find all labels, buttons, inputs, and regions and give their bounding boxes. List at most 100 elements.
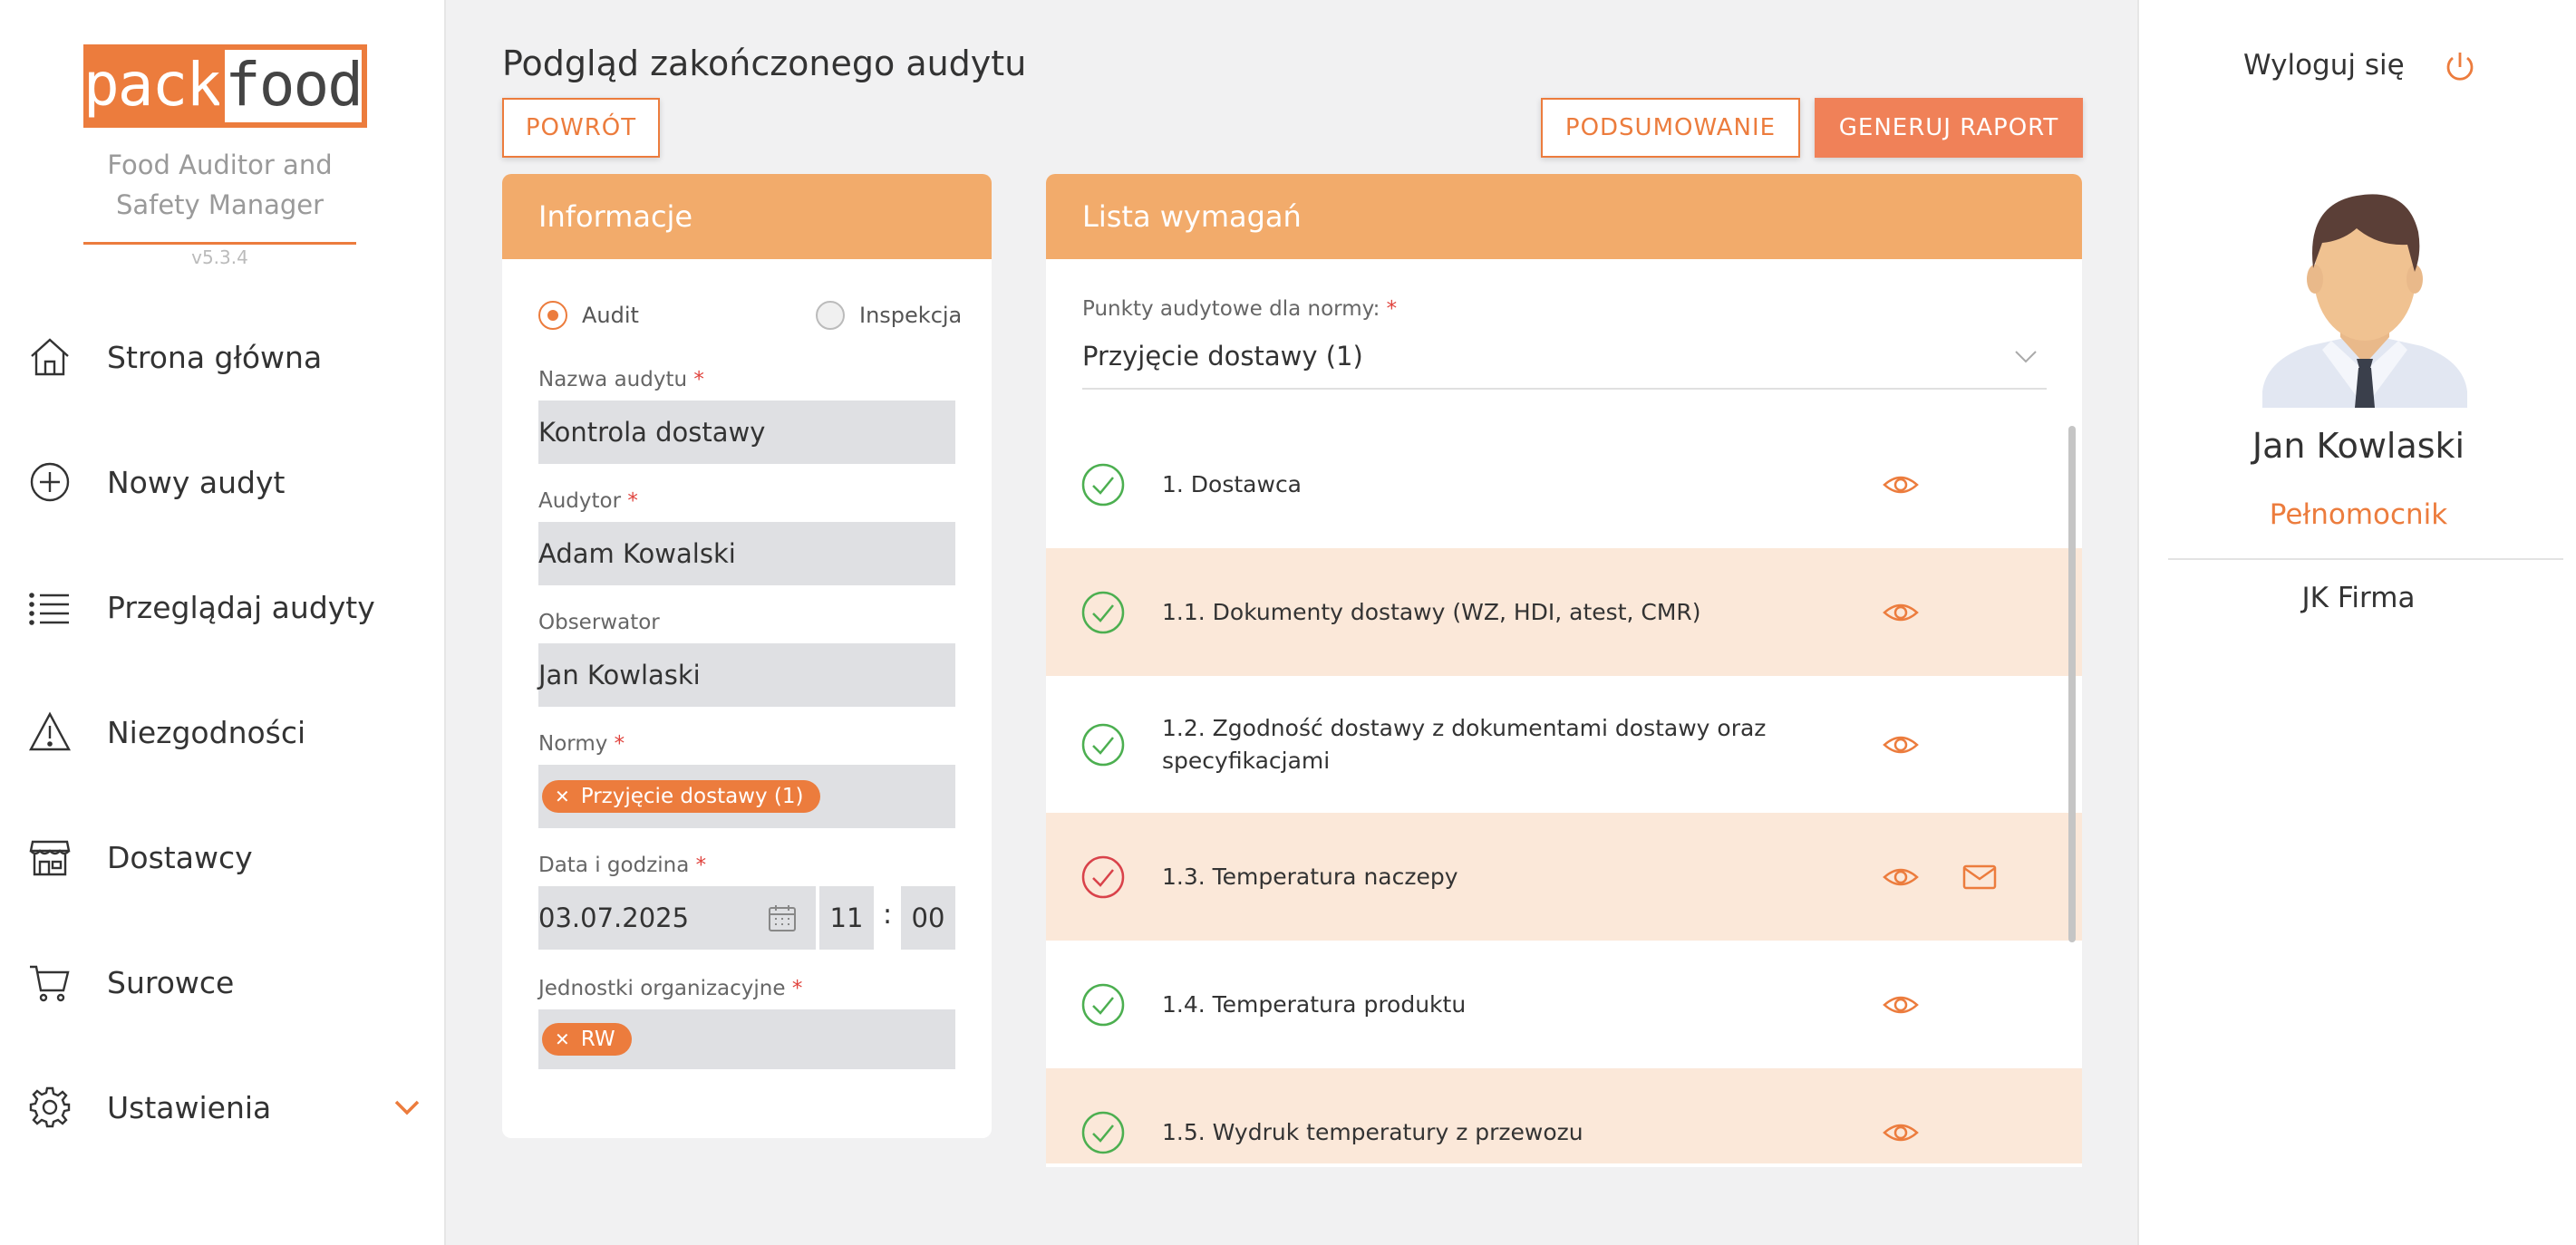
cart-icon	[30, 965, 70, 1002]
norms-label: Normy *	[538, 732, 625, 756]
requirement-text: 1.1. Dokumenty dostawy (WZ, HDI, atest, …	[1162, 598, 1701, 625]
check-circle-icon	[1081, 463, 1125, 506]
app-version: v5.3.4	[191, 246, 248, 268]
list-item[interactable]: 1.2. Zgodność dostawy z dokumentami dost…	[1046, 676, 2082, 813]
summary-button[interactable]: PODSUMOWANIE	[1541, 98, 1800, 158]
user-divider	[2168, 558, 2563, 560]
check-circle-icon	[1081, 723, 1125, 766]
power-icon[interactable]	[2442, 49, 2478, 85]
sidebar-item-raw-materials[interactable]: Surowce	[0, 937, 446, 1028]
unit-chip[interactable]: ✕ RW	[542, 1023, 632, 1056]
sidebar-item-label: Ustawienia	[107, 1089, 272, 1125]
sidebar-item-label: Przeglądaj audyty	[107, 589, 375, 625]
hour-field[interactable]: 11	[819, 886, 874, 950]
eye-icon[interactable]	[1882, 726, 1920, 764]
radio-audit-label: Audit	[582, 303, 639, 328]
requirement-text: 1.4. Temperatura produktu	[1162, 990, 1467, 1018]
user-panel: Wyloguj się Jan Kowlaski Pełnomocnik JK …	[2137, 0, 2576, 1245]
requirement-text: 1.2. Zgodność dostawy z dokumentami dost…	[1162, 714, 1767, 774]
sidebar-item-label: Strona główna	[107, 339, 323, 375]
radio-inspection-button[interactable]	[816, 301, 845, 330]
org-units-label: Jednostki organizacyjne *	[538, 977, 803, 1000]
info-card: Informacje Audit Inspekcja Nazwa audytu …	[502, 174, 992, 1138]
sidebar-item-label: Surowce	[107, 964, 235, 1000]
norms-field[interactable]: ✕ Przyjęcie dostawy (1)	[538, 765, 955, 828]
user-role: Pełnomocnik	[2269, 498, 2448, 531]
logout-link[interactable]: Wyloguj się	[2243, 49, 2405, 82]
sidebar-item-new-audit[interactable]: Nowy audyt	[0, 437, 446, 527]
info-card-header: Informacje	[502, 174, 992, 259]
sidebar-item-label: Dostawcy	[107, 839, 253, 875]
list-scrollbar[interactable]	[2068, 426, 2076, 942]
observer-field[interactable]: Jan Kowlaski	[538, 643, 955, 707]
auditor-label: Audytor *	[538, 489, 638, 513]
date-field[interactable]: 03.07.2025	[538, 886, 816, 950]
date-label: Data i godzina *	[538, 854, 707, 877]
generate-report-button[interactable]: GENERUJ RAPORT	[1815, 98, 2083, 158]
eye-icon[interactable]	[1882, 1114, 1920, 1152]
requirement-text: 1.3. Temperatura naczepy	[1162, 863, 1458, 890]
remove-chip-icon[interactable]: ✕	[555, 1028, 570, 1050]
eye-icon[interactable]	[1882, 594, 1920, 632]
sidebar-item-label: Nowy audyt	[107, 464, 286, 500]
sidebar: pack food Food Auditor and Safety Manage…	[0, 0, 446, 1245]
minute-field[interactable]: 00	[901, 886, 955, 950]
plus-circle-icon	[30, 462, 70, 502]
calendar-icon[interactable]	[767, 902, 798, 933]
user-name: Jan Kowlaski	[2252, 426, 2465, 466]
user-company: JK Firma	[2301, 582, 2416, 614]
back-button[interactable]: POWRÓT	[502, 98, 660, 158]
list-icon	[29, 593, 69, 625]
select-underline	[1082, 388, 2047, 390]
radio-inspection[interactable]: Inspekcja	[816, 301, 962, 330]
page-title: Podgląd zakończonego audytu	[502, 43, 1027, 83]
requirements-card: Lista wymagań Punkty audytowe dla normy:…	[1046, 174, 2082, 1167]
audit-name-field[interactable]: Kontrola dostawy	[538, 401, 955, 464]
avatar	[2262, 194, 2467, 408]
remove-chip-icon[interactable]: ✕	[555, 786, 570, 807]
warning-icon	[28, 711, 72, 751]
requirements-card-header: Lista wymagań	[1046, 174, 2082, 259]
fail-check-circle-icon	[1081, 855, 1125, 898]
sidebar-item-nonconformities[interactable]: Niezgodności	[0, 687, 446, 777]
norm-chip[interactable]: ✕ Przyjęcie dostawy (1)	[542, 780, 820, 813]
check-circle-icon	[1081, 591, 1125, 633]
norm-select-label: Punkty audytowe dla normy: *	[1082, 297, 1398, 321]
eye-icon[interactable]	[1882, 986, 1920, 1024]
list-item[interactable]: 1.5. Wydruk temperatury z przewozu	[1046, 1068, 2082, 1163]
chevron-down-icon[interactable]	[392, 1092, 422, 1123]
sidebar-item-settings[interactable]: Ustawienia	[0, 1062, 446, 1153]
logo-food-text: food	[219, 44, 367, 128]
radio-audit[interactable]: Audit	[538, 301, 639, 330]
main-content: Podgląd zakończonego audytu POWRÓT PODSU…	[448, 0, 2135, 1245]
list-item[interactable]: 1.1. Dokumenty dostawy (WZ, HDI, atest, …	[1046, 548, 2082, 676]
list-item[interactable]: 1.4. Temperatura produktu	[1046, 941, 2082, 1068]
eye-icon[interactable]	[1882, 466, 1920, 504]
gear-icon	[29, 1086, 71, 1128]
mail-icon[interactable]	[1961, 859, 1998, 895]
sidebar-item-home[interactable]: Strona główna	[0, 312, 446, 402]
subtitle-divider	[83, 242, 356, 245]
chevron-down-icon[interactable]	[2012, 343, 2039, 370]
sidebar-item-suppliers[interactable]: Dostawcy	[0, 812, 446, 902]
sidebar-item-browse-audits[interactable]: Przeglądaj audyty	[0, 562, 446, 652]
list-item[interactable]: 1.3. Temperatura naczepy	[1046, 813, 2082, 941]
requirements-list: 1. Dostawca 1.1. Dokumenty dostawy (WZ, …	[1046, 420, 2082, 1163]
radio-inspection-label: Inspekcja	[859, 303, 963, 328]
sidebar-item-label: Niezgodności	[107, 714, 306, 750]
auditor-field[interactable]: Adam Kowalski	[538, 522, 955, 585]
org-units-field[interactable]: ✕ RW	[538, 1009, 955, 1069]
norm-select[interactable]: Przyjęcie dostawy (1)	[1082, 341, 1363, 372]
check-circle-icon	[1081, 1111, 1125, 1153]
eye-icon[interactable]	[1882, 858, 1920, 896]
packfood-logo[interactable]: pack food	[83, 44, 367, 128]
radio-audit-button[interactable]	[538, 301, 567, 330]
requirement-text: 1. Dostawca	[1162, 470, 1303, 497]
list-item[interactable]: 1. Dostawca	[1046, 420, 2082, 548]
home-icon	[31, 338, 69, 376]
app-subtitle: Food Auditor and Safety Manager	[107, 150, 333, 220]
requirement-text: 1.5. Wydruk temperatury z przewozu	[1162, 1118, 1583, 1145]
store-icon	[29, 840, 71, 876]
check-circle-icon	[1081, 983, 1125, 1026]
audit-name-label: Nazwa audytu *	[538, 368, 704, 391]
